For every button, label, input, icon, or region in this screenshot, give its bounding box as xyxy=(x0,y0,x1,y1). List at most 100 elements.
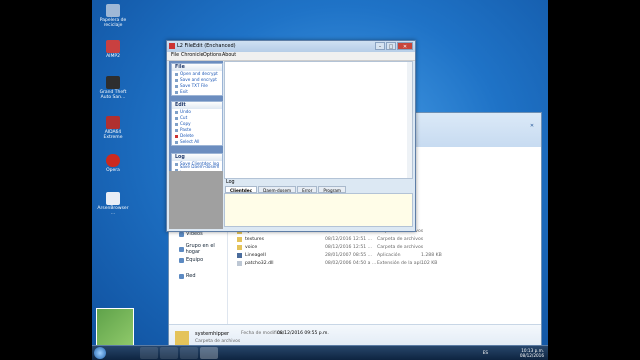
tab-clientdec[interactable]: Clientdec xyxy=(225,186,258,193)
window-title: L2 FileEdit (Enchanced) xyxy=(177,43,236,49)
network-icon xyxy=(179,273,184,279)
file-panel: File Open and decrypt Save and encrypt S… xyxy=(171,63,223,96)
delete-icon xyxy=(175,134,178,138)
desktop-icon-arsenbrowser[interactable]: ArsenBrowser ... xyxy=(96,192,130,216)
nav-label: Red xyxy=(186,273,196,279)
minimize-button[interactable]: – xyxy=(375,42,385,50)
dll-icon xyxy=(237,261,242,266)
open-icon xyxy=(175,72,178,76)
item-label: Select All xyxy=(180,139,200,144)
exit-item[interactable]: Exit xyxy=(172,89,222,95)
nav-item-network[interactable]: Red xyxy=(179,273,196,279)
taskbar-explorer-button[interactable] xyxy=(140,347,158,359)
taskbar-opera-button[interactable] xyxy=(180,347,198,359)
panel-header[interactable]: File xyxy=(172,64,222,71)
fileedit-titlebar[interactable]: L2 FileEdit (Enchanced) – □ ✕ xyxy=(167,41,415,52)
desktop: Papelera de reciclaje AIMP2 Grand Theft … xyxy=(92,0,548,360)
log-label: Log xyxy=(226,180,235,185)
file-date: 08/02/2006 04:50 a ... xyxy=(325,261,377,266)
select-all-item[interactable]: Select All xyxy=(172,139,222,145)
panel-header[interactable]: Edit xyxy=(172,102,222,109)
file-name: textures xyxy=(245,237,264,242)
desktop-icon-label: AIDA64 Extreme xyxy=(103,130,123,140)
tab-error[interactable]: Error xyxy=(297,186,318,193)
desktop-icon-recycle-bin[interactable]: Papelera de reciclaje xyxy=(96,4,130,28)
desktop-icon-gta[interactable]: Grand Theft Auto San... xyxy=(96,76,130,100)
letterbox-left xyxy=(0,0,92,360)
tab-daem-dosem[interactable]: Daem-dosem xyxy=(258,186,297,193)
taskbar-fileedit-button[interactable] xyxy=(200,347,218,359)
file-date: 08/12/2016 12:51 ... xyxy=(325,245,373,250)
desktop-icon-aida64[interactable]: AIDA64 Extreme xyxy=(96,116,130,140)
details-type: Carpeta de archivos xyxy=(195,339,241,344)
taskbar: ES 10:13 p.m. 08/12/2016 xyxy=(92,345,548,360)
menu-bar: File Chronicle Options About xyxy=(167,52,415,61)
menu-chronicle[interactable]: Chronicle xyxy=(181,53,204,58)
desktop-icon-opera[interactable]: Opera xyxy=(96,154,130,173)
file-type: Carpeta de archivos xyxy=(377,237,424,242)
fileedit-window: L2 FileEdit (Enchanced) – □ ✕ File Chron… xyxy=(166,40,416,232)
undo-icon xyxy=(175,110,178,114)
panel-header[interactable]: Log xyxy=(172,154,222,161)
item-label: Exit xyxy=(180,89,188,94)
homegroup-icon xyxy=(179,246,184,252)
desktop-icon-label: ArsenBrowser ... xyxy=(97,206,129,216)
nav-item-homegroup[interactable]: Grupo en el hogar xyxy=(179,243,227,255)
file-row[interactable]: voice 08/12/2016 12:51 ... Carpeta de arch… xyxy=(237,244,537,252)
file-date: 28/01/2007 08:55 ... xyxy=(325,253,373,258)
log-tabs: Clientdec Daem-dosem Error Program xyxy=(225,186,346,193)
application-icon xyxy=(237,253,242,258)
desktop-icon-label: Grand Theft Auto San... xyxy=(99,90,127,100)
editor-textarea[interactable] xyxy=(224,61,413,179)
gta-icon xyxy=(106,76,120,89)
folder-icon xyxy=(237,245,242,250)
file-date: 08/12/2016 12:51 ... xyxy=(325,237,373,242)
menu-about[interactable]: About xyxy=(222,53,236,58)
file-size: 1.288 KB xyxy=(421,253,442,258)
nav-item-computer[interactable]: Equipo xyxy=(179,257,203,263)
desktop-icon-label: Papelera de reciclaje xyxy=(99,18,127,28)
file-name: patcho32.dll xyxy=(245,261,274,266)
mouse-cursor xyxy=(306,86,309,92)
close-button[interactable]: ✕ xyxy=(397,42,413,50)
nav-label: Equipo xyxy=(186,257,204,263)
select-all-icon xyxy=(175,140,178,144)
file-row[interactable]: LineageII 28/01/2007 08:55 ... Aplicación 1… xyxy=(237,252,537,260)
arsenbrowser-icon xyxy=(106,192,120,205)
file-type: Aplicación xyxy=(377,253,401,258)
menu-options[interactable]: Options xyxy=(203,53,222,58)
recycle-bin-icon xyxy=(106,4,120,17)
maximize-button[interactable]: □ xyxy=(386,42,396,50)
tab-program[interactable]: Program xyxy=(318,186,346,193)
paste-icon xyxy=(175,128,178,132)
nav-label: Grupo en el hogar xyxy=(185,243,215,255)
clock-date[interactable]: 08/12/2016 xyxy=(520,353,544,358)
details-name: systemhipper xyxy=(195,331,230,337)
file-type: Extensión de la apl... xyxy=(377,261,426,266)
aimp-icon xyxy=(106,40,120,53)
folder-icon xyxy=(237,237,242,242)
cut-icon xyxy=(175,116,178,120)
vertical-scrollbar[interactable] xyxy=(407,62,412,178)
video-icon xyxy=(179,231,184,237)
file-row[interactable]: textures 08/12/2016 12:51 ... Carpeta de a… xyxy=(237,236,537,244)
start-button[interactable] xyxy=(94,347,106,359)
edit-panel: Edit Undo Cut Copy Paste Delete Select A… xyxy=(171,101,223,146)
log-output[interactable] xyxy=(224,193,413,227)
explorer-close-button[interactable]: ✕ xyxy=(527,123,537,130)
app-icon xyxy=(169,43,175,49)
taskbar-media-button[interactable] xyxy=(160,347,178,359)
aida64-icon xyxy=(106,116,120,129)
file-row[interactable]: patcho32.dll 08/02/2006 04:50 a ... Extens… xyxy=(237,260,537,268)
language-indicator[interactable]: ES xyxy=(483,350,488,355)
file-type: Carpeta de archivos xyxy=(377,245,424,250)
copy-icon xyxy=(175,122,178,126)
details-date-value: 08/12/2016 09:55 p.m. xyxy=(277,331,329,336)
file-name: LineageII xyxy=(245,253,266,258)
desktop-icon-aimp2[interactable]: AIMP2 xyxy=(96,40,130,59)
file-name: voice xyxy=(245,245,258,250)
menu-file[interactable]: File xyxy=(171,53,179,58)
user-avatar xyxy=(96,308,134,346)
desktop-icon-label: Opera xyxy=(106,168,120,173)
desktop-icon-label: AIMP2 xyxy=(106,54,120,59)
